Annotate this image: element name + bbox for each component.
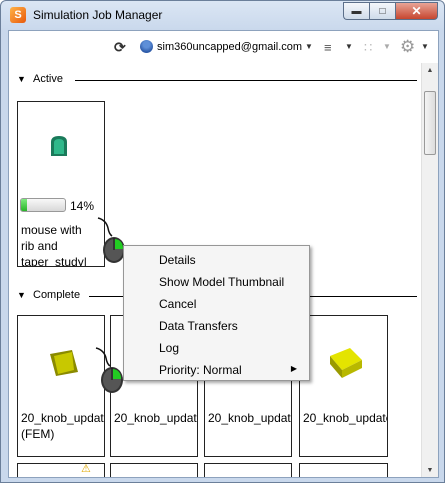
job-card-complete[interactable]: 20_knob_update_gap_4|MESH bbox=[299, 315, 388, 457]
minimize-icon[interactable]: ▬ bbox=[343, 2, 369, 20]
job-card-complete[interactable] bbox=[17, 463, 105, 477]
warning-icon: ⚠ bbox=[81, 463, 91, 475]
context-menu: Details Show Model Thumbnail Cancel Data… bbox=[123, 245, 310, 381]
section-divider bbox=[75, 80, 417, 81]
grid-view-chevron-icon[interactable]: ▼ bbox=[383, 42, 391, 51]
menu-item-priority[interactable]: Priority: Normal ▶ bbox=[124, 359, 309, 381]
job-name: 20_knob_update_gap_4|MESH bbox=[114, 411, 197, 425]
grid-view-icon[interactable]: ∷ bbox=[364, 40, 372, 56]
job-card-active[interactable]: 14% mouse with rib and taper_study| bbox=[17, 101, 105, 267]
vertical-scrollbar[interactable]: ▲ ▼ bbox=[421, 63, 438, 477]
progress-bar-fill bbox=[21, 199, 28, 211]
section-active-label: Active bbox=[33, 73, 63, 85]
submenu-arrow-icon: ▶ bbox=[290, 364, 297, 373]
job-card-complete[interactable]: 20_knob_update_gap_4|Cool (FEM) bbox=[17, 315, 105, 457]
maximize-icon[interactable]: □ bbox=[369, 2, 395, 20]
scrollbar-thumb[interactable] bbox=[424, 91, 436, 155]
menu-item-label: Data Transfers bbox=[159, 319, 238, 333]
app-window: S Simulation Job Manager ▬ □ ✕ ⟳ sim360u… bbox=[0, 0, 445, 483]
progress-bar bbox=[20, 198, 66, 212]
window-controls: ▬ □ ✕ bbox=[343, 2, 438, 20]
account-email[interactable]: sim360uncapped@gmail.com bbox=[157, 41, 302, 53]
section-active-header[interactable]: ▼ Active bbox=[17, 73, 417, 87]
toolbar: ⟳ sim360uncapped@gmail.com ▼ ≡ ▼ ∷ ▼ ⚙ ▼ bbox=[9, 31, 438, 63]
gear-icon[interactable]: ⚙ bbox=[400, 37, 415, 57]
collapse-arrow-icon[interactable]: ▼ bbox=[17, 290, 26, 300]
menu-item-label: Cancel bbox=[159, 297, 197, 311]
job-card-complete[interactable] bbox=[204, 463, 292, 477]
list-view-icon[interactable]: ≡ bbox=[324, 40, 332, 55]
model-thumbnail bbox=[51, 136, 67, 156]
job-name: 20_knob_update_gap_4|MESH bbox=[208, 411, 291, 425]
job-card-complete[interactable] bbox=[110, 463, 198, 477]
window-title: Simulation Job Manager bbox=[33, 8, 163, 22]
job-card-complete[interactable] bbox=[299, 463, 388, 477]
job-name: 20_knob_update_gap_4|MESH bbox=[303, 411, 387, 425]
close-icon[interactable]: ✕ bbox=[395, 2, 438, 20]
solidworks-logo-icon: S bbox=[10, 7, 26, 23]
settings-chevron-icon[interactable]: ▼ bbox=[421, 42, 429, 51]
progress-percent: 14% bbox=[70, 199, 95, 213]
menu-item-show-model-thumbnail[interactable]: Show Model Thumbnail bbox=[124, 271, 309, 293]
refresh-icon[interactable]: ⟳ bbox=[114, 39, 126, 56]
collapse-arrow-icon[interactable]: ▼ bbox=[17, 74, 26, 84]
scroll-down-icon[interactable]: ▼ bbox=[422, 463, 438, 477]
menu-item-label: Log bbox=[159, 341, 180, 355]
menu-item-label: Details bbox=[159, 253, 196, 267]
user-icon bbox=[140, 40, 153, 53]
menu-item-details[interactable]: Details bbox=[124, 249, 309, 271]
account-dropdown-chevron-icon[interactable]: ▼ bbox=[305, 42, 313, 51]
scroll-up-icon[interactable]: ▲ bbox=[422, 63, 438, 79]
menu-item-label: Priority: Normal bbox=[159, 363, 242, 377]
menu-item-cancel[interactable]: Cancel bbox=[124, 293, 309, 315]
section-complete-label: Complete bbox=[33, 289, 81, 301]
list-view-chevron-icon[interactable]: ▼ bbox=[345, 42, 353, 51]
menu-item-label: Show Model Thumbnail bbox=[159, 275, 285, 289]
mouse-right-click-icon bbox=[95, 347, 123, 393]
menu-item-data-transfers[interactable]: Data Transfers bbox=[124, 315, 309, 337]
job-name: mouse with rib and taper_study| bbox=[21, 223, 87, 267]
job-name: 20_knob_update_gap_4|Cool (FEM) bbox=[21, 411, 104, 441]
model-thumbnail bbox=[330, 348, 362, 378]
title-bar[interactable]: S Simulation Job Manager ▬ □ ✕ bbox=[1, 1, 444, 29]
model-thumbnail bbox=[50, 350, 78, 376]
menu-item-log[interactable]: Log bbox=[124, 337, 309, 359]
